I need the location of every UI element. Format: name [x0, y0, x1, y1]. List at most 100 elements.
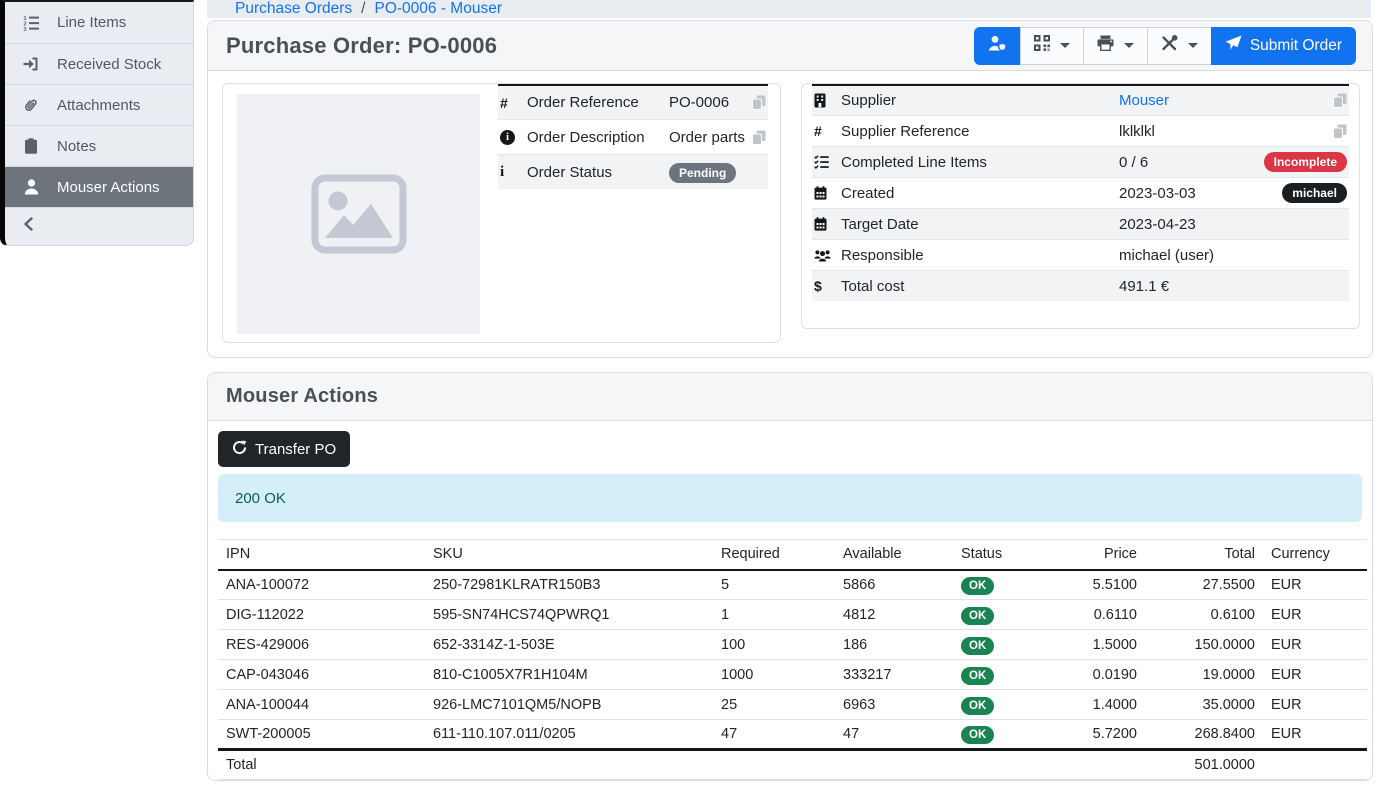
- breadcrumb-link-current-order[interactable]: PO-0006 - Mouser: [374, 0, 502, 18]
- sidebar-item-received-stock[interactable]: Received Stock: [5, 43, 193, 84]
- table-row: SWT-200005 611-110.107.011/0205 47 47 OK…: [218, 720, 1367, 750]
- caret-down-icon: [1124, 43, 1134, 48]
- copy-icon[interactable]: [752, 130, 766, 145]
- status-ok-badge: OK: [961, 667, 994, 685]
- caret-down-icon: [1060, 43, 1070, 48]
- submit-order-button[interactable]: Submit Order: [1211, 27, 1356, 65]
- status-ok-badge: OK: [961, 697, 994, 715]
- rotate-icon: [232, 440, 247, 459]
- actions-menu-button[interactable]: [1147, 27, 1212, 65]
- printer-icon: [1097, 35, 1114, 56]
- calendar-icon: [814, 217, 841, 231]
- copy-icon[interactable]: [1333, 93, 1347, 108]
- status-ok-badge: OK: [961, 726, 994, 744]
- sidebar-item-label: Attachments: [57, 97, 140, 114]
- main-content: Purchase Orders / PO-0006 - Mouser Purch…: [194, 0, 1383, 794]
- user-icon: [20, 179, 42, 195]
- order-toolbar: Submit Order: [974, 27, 1356, 65]
- order-details-table: # Order Reference PO-0006 i Order: [498, 84, 768, 342]
- paper-plane-icon: [1225, 35, 1242, 56]
- table-row: DIG-112022 595-SN74HCS74QPWRQ1 1 4812 OK…: [218, 600, 1367, 630]
- col-header-currency: Currency: [1263, 540, 1367, 570]
- mouser-actions-panel-header: Mouser Actions: [208, 373, 1372, 421]
- order-image-placeholder[interactable]: [237, 94, 480, 334]
- detail-row-created: Created 2023-03-03 michael: [812, 177, 1349, 208]
- paperclip-icon: [20, 97, 42, 113]
- table-row: CAP-043046 810-C1005X7R1H104M 1000 33321…: [218, 660, 1367, 690]
- detail-row-order-description: i Order Description Order parts: [498, 119, 768, 154]
- detail-row-target-date: Target Date 2023-04-23: [812, 208, 1349, 239]
- sidebar-collapse-button[interactable]: [5, 207, 193, 245]
- users-icon: [814, 249, 841, 262]
- svg-text:3: 3: [23, 27, 26, 31]
- info-icon: i: [500, 164, 527, 181]
- calendar-icon: [814, 186, 841, 200]
- status-ok-badge: OK: [961, 577, 994, 595]
- print-menu-button[interactable]: [1083, 27, 1148, 65]
- purchase-order-panel: Purchase Order: PO-0006: [207, 20, 1373, 358]
- detail-row-total-cost: $ Total cost 491.1 €: [812, 270, 1349, 301]
- supplier-info-card: Supplier Mouser # Supplier Reference: [801, 83, 1360, 329]
- sidebar-item-label: Line Items: [57, 14, 126, 31]
- info-circle-icon: i: [500, 130, 527, 145]
- copy-icon[interactable]: [752, 95, 766, 110]
- sidebar-item-line-items[interactable]: 1 2 3 Line Items: [5, 2, 193, 43]
- page-title: Purchase Order: PO-0006: [226, 33, 497, 59]
- list-check-icon: [814, 155, 841, 169]
- mouser-actions-panel: Mouser Actions Transfer PO 200 OK: [207, 372, 1373, 781]
- hash-icon: #: [500, 95, 527, 111]
- barcode-menu-button[interactable]: [1020, 27, 1084, 65]
- building-icon: [814, 93, 841, 108]
- clipboard-icon: [20, 138, 42, 154]
- transfer-po-label: Transfer PO: [255, 441, 336, 458]
- table-row: ANA-100072 250-72981KLRATR150B3 5 5866 O…: [218, 570, 1367, 600]
- col-header-sku: SKU: [425, 540, 713, 570]
- sidebar-item-label: Mouser Actions: [57, 179, 160, 196]
- created-user-badge: michael: [1282, 183, 1347, 203]
- sidebar-nav: 1 2 3 Line Items Received Sto: [0, 0, 194, 246]
- screwdriver-wrench-icon: [1161, 35, 1178, 56]
- detail-row-responsible: Responsible michael (user): [812, 239, 1349, 270]
- mouser-actions-title: Mouser Actions: [226, 385, 378, 408]
- breadcrumb: Purchase Orders / PO-0006 - Mouser: [207, 0, 1371, 18]
- app-window: 1 2 3 Line Items Received Sto: [0, 0, 1383, 794]
- parts-table: IPN SKU Required Available Status Price …: [218, 539, 1367, 780]
- sidebar-item-attachments[interactable]: Attachments: [5, 84, 193, 125]
- approvals-button[interactable]: [974, 27, 1021, 65]
- sidebar-item-mouser-actions[interactable]: Mouser Actions: [5, 166, 193, 207]
- caret-down-icon: [1188, 43, 1198, 48]
- col-header-total: Total: [1145, 540, 1263, 570]
- parts-table-header-row: IPN SKU Required Available Status Price …: [218, 540, 1367, 570]
- status-ok-badge: OK: [961, 637, 994, 655]
- submit-order-label: Submit Order: [1250, 37, 1342, 55]
- table-row: RES-429006 652-3314Z-1-503E 100 186 OK 1…: [218, 630, 1367, 660]
- sign-in-icon: [20, 56, 42, 72]
- sidebar-item-label: Received Stock: [57, 56, 161, 73]
- mouser-actions-body: Transfer PO 200 OK IPN SKU Required Avai…: [208, 421, 1372, 780]
- hash-icon: #: [814, 123, 841, 139]
- order-details-section: # Order Reference PO-0006 i Order: [208, 71, 1372, 357]
- col-header-ipn: IPN: [218, 540, 425, 570]
- user-shield-icon: [988, 35, 1007, 57]
- detail-row-order-reference: # Order Reference PO-0006: [498, 84, 768, 119]
- breadcrumb-link-purchase-orders[interactable]: Purchase Orders: [235, 0, 352, 18]
- status-ok-badge: OK: [961, 607, 994, 625]
- purchase-order-panel-header: Purchase Order: PO-0006: [208, 21, 1372, 71]
- dollar-icon: $: [814, 278, 841, 294]
- col-header-required: Required: [713, 540, 835, 570]
- supplier-details-table: Supplier Mouser # Supplier Reference: [812, 84, 1349, 301]
- table-row: ANA-100044 926-LMC7101QM5/NOPB 25 6963 O…: [218, 690, 1367, 720]
- sidebar-item-notes[interactable]: Notes: [5, 125, 193, 166]
- image-placeholder-icon: [311, 174, 407, 254]
- breadcrumb-separator: /: [361, 0, 365, 18]
- table-total-label: Total: [218, 750, 425, 780]
- transfer-po-button[interactable]: Transfer PO: [218, 431, 350, 467]
- supplier-link[interactable]: Mouser: [1119, 92, 1169, 109]
- table-total-value: 501.0000: [1145, 750, 1263, 780]
- col-header-price: Price: [1055, 540, 1145, 570]
- status-alert: 200 OK: [218, 474, 1362, 522]
- col-header-available: Available: [835, 540, 953, 570]
- order-status-badge: Pending: [669, 163, 736, 183]
- copy-icon[interactable]: [1333, 124, 1347, 139]
- col-header-status: Status: [953, 540, 1055, 570]
